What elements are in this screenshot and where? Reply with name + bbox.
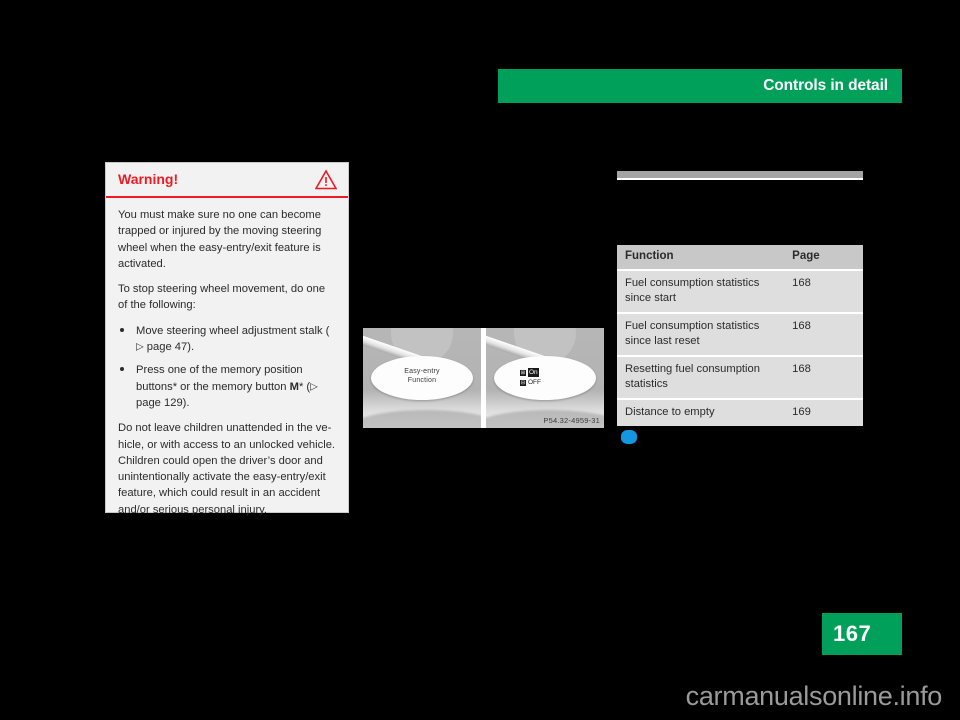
display-line-1: Easy-entry — [404, 368, 440, 375]
redacted-heading-rule — [617, 171, 863, 180]
display-menu: ⊞ On ⊟ OFF — [520, 368, 541, 388]
table-row: Resetting fuel consumption statistics 16… — [617, 355, 863, 399]
plus-box-icon: ⊞ — [520, 369, 526, 376]
table-row: Distance to empty 169 — [617, 398, 863, 426]
bullet-text: Move steering wheel adjustment stalk ( — [136, 324, 330, 337]
warning-bullet-list: Move steering wheel adjustment stalk (▷ … — [118, 323, 336, 411]
bullet-text-mid: * ( — [298, 380, 311, 393]
bullet-dot-icon — [120, 367, 124, 372]
warning-triangle-icon — [314, 169, 338, 190]
illustration-figure: Easy-entry Function ⊞ On ⊟ OFF P54.32-49… — [363, 328, 604, 428]
bullet-text: Press one of the memory position buttons… — [136, 364, 303, 393]
instrument-cluster-display: ⊞ On ⊟ OFF — [494, 356, 596, 400]
display-line-2: Function — [407, 377, 437, 384]
menu-item-label: On — [528, 368, 539, 377]
table-row: Fuel consumption statistics since last r… — [617, 312, 863, 356]
minus-box-icon: ⊟ — [520, 379, 526, 386]
list-item: Move steering wheel adjustment stalk (▷ … — [118, 323, 336, 356]
column-header-page: Page — [784, 245, 863, 270]
warning-paragraph-closing: Do not leave children unattended in the … — [118, 422, 336, 516]
instrument-cluster-display: Easy-entry Function — [371, 356, 473, 400]
cell-function: Resetting fuel consumption statistics — [617, 355, 785, 399]
cell-function: Fuel consumption statistics since start — [617, 269, 785, 313]
cross-reference-arrow-icon: ▷ — [136, 341, 144, 353]
menu-item-off: ⊟ OFF — [520, 378, 541, 387]
page-number-block: 167 — [822, 613, 902, 655]
display-text: Easy-entry Function — [371, 367, 473, 385]
chapter-header-bar: Controls in detail — [498, 69, 902, 103]
table-row: Fuel consumption statistics since start … — [617, 269, 863, 313]
column-header-function: Function — [617, 245, 785, 270]
warning-paragraph-instruction: To stop steering wheel movement, do one … — [118, 283, 326, 312]
cell-function: Fuel consumption statistics since last r… — [617, 312, 785, 356]
bullet-dot-icon — [120, 327, 124, 332]
list-item: Press one of the memory position buttons… — [118, 362, 336, 411]
bullet-text-tail: ). — [182, 396, 190, 409]
figure-caption: P54.32-4959-31 — [543, 416, 600, 425]
cross-reference-arrow-icon: ▷ — [310, 381, 318, 393]
menu-item-label: OFF — [528, 379, 541, 386]
figure-pane-right: ⊞ On ⊟ OFF — [486, 328, 604, 428]
bullet-text-tail: ). — [187, 341, 195, 354]
blue-bullet-marker-icon — [621, 430, 637, 444]
cell-page[interactable]: 168 — [784, 355, 863, 399]
cross-reference-link[interactable]: page 47 — [144, 341, 187, 353]
warning-paragraph-intro: You must make sure no one can become tra… — [118, 209, 322, 270]
cell-page[interactable]: 169 — [784, 398, 863, 426]
cell-page[interactable]: 168 — [784, 312, 863, 356]
page-number: 167 — [833, 621, 872, 646]
figure-shadow — [363, 410, 481, 428]
site-watermark: carmanualsonline.info — [685, 681, 943, 711]
warning-header: Warning! — [106, 163, 348, 198]
cell-function: Distance to empty — [617, 398, 785, 426]
cell-page[interactable]: 168 — [784, 269, 863, 313]
warning-body: You must make sure no one can become tra… — [106, 198, 348, 528]
function-page-table: Function Page Fuel consumption statistic… — [617, 245, 863, 426]
menu-item-on: ⊞ On — [520, 368, 541, 377]
memory-button-label: M — [289, 380, 299, 393]
figure-pane-left: Easy-entry Function — [363, 328, 481, 428]
table-header-row: Function Page — [617, 245, 863, 270]
cross-reference-link[interactable]: page 129 — [136, 397, 183, 409]
warning-title: Warning! — [118, 171, 179, 187]
warning-callout-box: Warning! You must make sure no one can b… — [105, 162, 349, 516]
chapter-title: Controls in detail — [763, 77, 888, 94]
